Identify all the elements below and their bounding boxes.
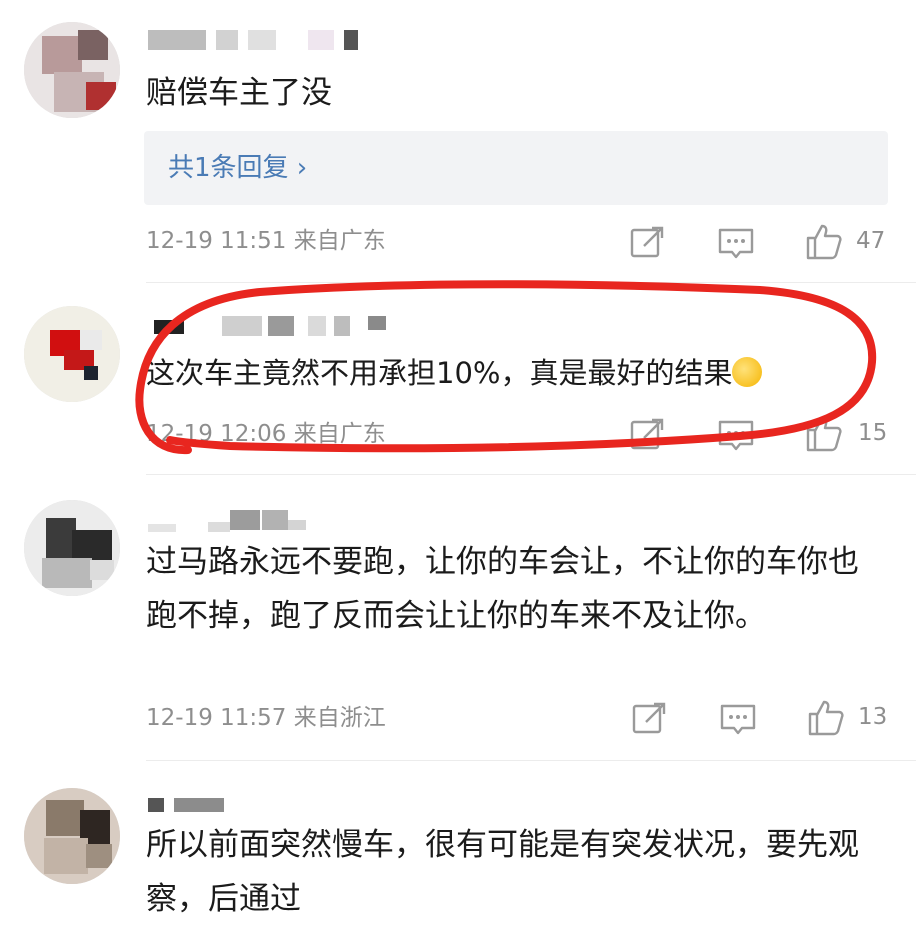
username-redacted[interactable] bbox=[148, 316, 388, 338]
avatar[interactable] bbox=[24, 788, 120, 884]
username-redacted[interactable] bbox=[148, 510, 388, 532]
comment-text: 过马路永远不要跑，让你的车会让，不让你的车你也跑不掉，跑了反而会让让你的车来不及… bbox=[146, 544, 859, 634]
comment-actions: 15 bbox=[0, 414, 916, 454]
comment-actions: 47 bbox=[0, 222, 916, 262]
avatar[interactable] bbox=[24, 306, 120, 402]
username-redacted[interactable] bbox=[148, 30, 388, 52]
comment-icon[interactable] bbox=[716, 414, 756, 454]
avatar[interactable] bbox=[24, 500, 120, 596]
avatar[interactable] bbox=[24, 22, 120, 118]
thumbs-up-icon[interactable] bbox=[804, 414, 844, 454]
comment-text: 所以前面突然慢车，很有可能是有突发状况，要先观察，后通过 bbox=[146, 827, 859, 917]
emoji-icon bbox=[732, 357, 763, 387]
divider bbox=[146, 760, 916, 761]
share-icon[interactable] bbox=[628, 414, 668, 454]
like-count: 15 bbox=[858, 420, 888, 446]
comment-text: 赔偿车主了没 bbox=[146, 75, 332, 111]
comment-actions: 13 bbox=[0, 698, 916, 738]
thumbs-up-icon[interactable] bbox=[804, 222, 844, 262]
divider bbox=[146, 282, 916, 283]
share-icon[interactable] bbox=[628, 222, 668, 262]
share-icon[interactable] bbox=[630, 698, 670, 738]
like-count: 47 bbox=[856, 228, 886, 254]
view-replies-link[interactable]: 共1条回复 › bbox=[168, 151, 307, 185]
like-count: 13 bbox=[858, 704, 888, 730]
thumbs-up-icon[interactable] bbox=[806, 698, 846, 738]
comment-icon[interactable] bbox=[718, 698, 758, 738]
divider bbox=[146, 474, 916, 475]
comment-text: 这次车主竟然不用承担10%，真是最好的结果 bbox=[146, 346, 886, 400]
comment-icon[interactable] bbox=[716, 222, 756, 262]
username-redacted[interactable] bbox=[148, 794, 388, 816]
comment-text-content: 这次车主竟然不用承担10%，真是最好的结果 bbox=[146, 356, 733, 390]
reply-box[interactable]: 共1条回复 › bbox=[144, 131, 888, 205]
